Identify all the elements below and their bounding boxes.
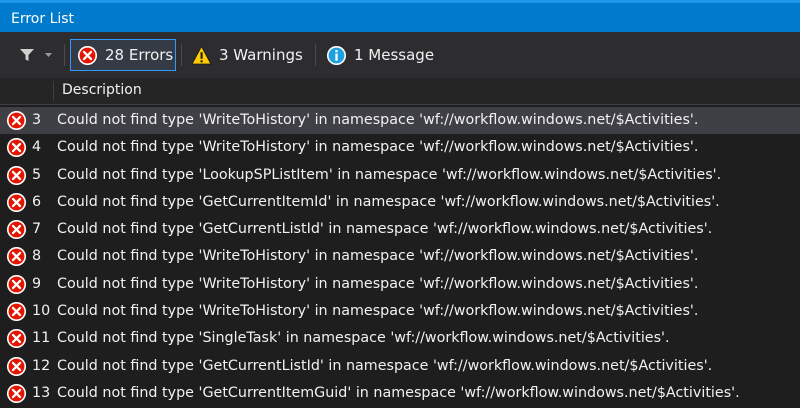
row-description: Could not find type 'GetCurrentItemGuid'… xyxy=(57,384,740,401)
table-row[interactable]: 13 Could not find type 'GetCurrentItemGui… xyxy=(0,380,800,407)
row-description: Could not find type 'GetCurrentListId' i… xyxy=(57,221,713,238)
table-row[interactable]: 4 Could not find type 'WriteToHistory' in… xyxy=(0,134,800,161)
messages-filter-button[interactable]: 1 Message xyxy=(320,39,444,71)
row-number: 4 xyxy=(32,139,42,156)
row-description: Could not find type 'WriteToHistory' in … xyxy=(57,112,699,128)
row-number: 8 xyxy=(32,248,42,265)
table-row[interactable]: 11 Could not find type 'SingleTask' in na… xyxy=(0,325,800,352)
error-icon xyxy=(6,356,27,376)
panel-title: Error List xyxy=(11,11,75,27)
error-icon xyxy=(6,329,27,349)
row-number: 7 xyxy=(32,221,42,238)
row-description: Could not find type 'LookupSPListItem' i… xyxy=(57,166,722,183)
error-list-panel: Error List 28 Errors 3 Warnings 1 Messag… xyxy=(0,0,800,408)
row-description: Could not find type 'WriteToHistory' in … xyxy=(57,275,699,292)
error-icon xyxy=(6,165,27,185)
row-number: 13 xyxy=(32,384,51,401)
error-icon xyxy=(6,302,27,322)
table-row[interactable]: 9 Could not find type 'WriteToHistory' in… xyxy=(0,271,800,298)
table-row[interactable]: 5 Could not find type 'LookupSPListItem' … xyxy=(0,162,800,189)
filter-dropdown-button[interactable] xyxy=(14,45,62,65)
row-description: Could not find type 'WriteToHistory' in … xyxy=(57,139,699,156)
errors-count-label: 28 Errors xyxy=(105,46,174,64)
toolbar-separator xyxy=(315,44,316,66)
warning-icon xyxy=(191,44,212,65)
row-number: 12 xyxy=(32,357,51,374)
row-description: Could not find type 'WriteToHistory' in … xyxy=(57,303,699,320)
table-row[interactable]: 12 Could not find type 'GetCurrentListId'… xyxy=(0,353,800,380)
row-number: 9 xyxy=(32,275,42,292)
warnings-filter-button[interactable]: 3 Warnings xyxy=(185,39,309,71)
error-icon xyxy=(6,247,27,267)
row-number: 3 xyxy=(32,112,42,128)
error-icon xyxy=(77,45,98,65)
filter-icon xyxy=(20,49,34,61)
chevron-down-icon xyxy=(45,53,52,57)
info-icon xyxy=(326,45,347,65)
table-row[interactable]: 7 Could not find type 'GetCurrentListId' … xyxy=(0,216,800,243)
row-number: 11 xyxy=(32,330,51,347)
row-description: Could not find type 'GetCurrentItemId' i… xyxy=(57,193,720,210)
table-row[interactable]: 8 Could not find type 'WriteToHistory' in… xyxy=(0,243,800,270)
row-number: 5 xyxy=(32,166,42,183)
row-number: 10 xyxy=(32,303,51,320)
warnings-count-label: 3 Warnings xyxy=(219,46,303,64)
error-icon xyxy=(6,192,27,212)
panel-title-bar[interactable]: Error List xyxy=(0,0,800,32)
errors-filter-button[interactable]: 28 Errors xyxy=(70,39,176,71)
table-row[interactable]: 3 Could not find type 'WriteToHistory' in… xyxy=(0,107,800,135)
error-icon xyxy=(6,220,27,240)
row-description: Could not find type 'GetCurrentListId' i… xyxy=(57,357,713,374)
error-list-rows: 3 Could not find type 'WriteToHistory' in… xyxy=(0,107,800,407)
error-icon xyxy=(6,383,27,404)
column-header-row: Description xyxy=(0,78,800,105)
error-icon xyxy=(6,138,27,158)
table-row[interactable]: 10 Could not find type 'WriteToHistory' i… xyxy=(0,298,800,325)
toolbar-separator xyxy=(181,44,182,66)
row-description: Could not find type 'SingleTask' in name… xyxy=(57,330,670,347)
column-divider[interactable] xyxy=(53,81,54,101)
error-list-toolbar: 28 Errors 3 Warnings 1 Message xyxy=(0,32,800,78)
error-icon xyxy=(6,110,27,131)
messages-count-label: 1 Message xyxy=(354,46,435,64)
column-header-description[interactable]: Description xyxy=(62,82,142,98)
error-icon xyxy=(6,274,27,294)
toolbar-separator xyxy=(64,44,65,66)
row-number: 6 xyxy=(32,193,42,210)
table-row[interactable]: 6 Could not find type 'GetCurrentItemId' … xyxy=(0,189,800,216)
row-description: Could not find type 'WriteToHistory' in … xyxy=(57,248,699,265)
